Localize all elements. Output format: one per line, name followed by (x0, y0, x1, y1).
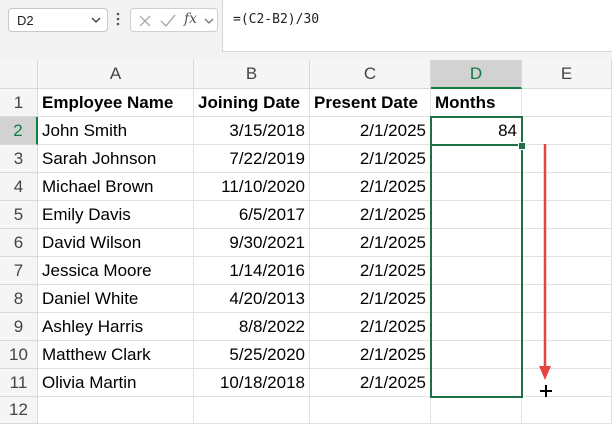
row-header-7[interactable]: 7 (0, 257, 38, 285)
cell-e8[interactable] (522, 285, 612, 313)
cell-e5[interactable] (522, 201, 612, 229)
column-header-e[interactable]: E (522, 60, 612, 89)
cell-c10[interactable]: 2/1/2025 (310, 341, 431, 369)
formula-bar: D2 fx =(C2-B2)/30 (0, 0, 612, 60)
formula-buttons: fx (130, 8, 218, 32)
fx-icon[interactable]: fx (184, 11, 197, 27)
row-header-4[interactable]: 4 (0, 173, 38, 201)
cell-a7[interactable]: Jessica Moore (38, 257, 194, 285)
cell-d7[interactable] (431, 257, 522, 285)
cell-a5[interactable]: Emily Davis (38, 201, 194, 229)
cell-c1[interactable]: Present Date (310, 89, 431, 117)
cell-b10[interactable]: 5/25/2020 (194, 341, 310, 369)
cell-d8[interactable] (431, 285, 522, 313)
fill-handle[interactable] (518, 142, 526, 150)
column-header-b[interactable]: B (194, 60, 310, 89)
cell-a10[interactable]: Matthew Clark (38, 341, 194, 369)
cell-c2[interactable]: 2/1/2025 (310, 117, 431, 145)
check-icon[interactable] (159, 13, 177, 29)
cell-d5[interactable] (431, 201, 522, 229)
column-header-c[interactable]: C (310, 60, 431, 89)
cell-e7[interactable] (522, 257, 612, 285)
cell-b4[interactable]: 11/10/2020 (194, 173, 310, 201)
row-header-9[interactable]: 9 (0, 313, 38, 341)
cell-b7[interactable]: 1/14/2016 (194, 257, 310, 285)
cell-b2[interactable]: 3/15/2018 (194, 117, 310, 145)
cell-d10[interactable] (431, 341, 522, 369)
cell-a1[interactable]: Employee Name (38, 89, 194, 117)
formula-input[interactable]: =(C2-B2)/30 (222, 0, 612, 52)
crosshair-cursor-icon (540, 385, 552, 397)
cell-e4[interactable] (522, 173, 612, 201)
cell-b9[interactable]: 8/8/2022 (194, 313, 310, 341)
cell-c6[interactable]: 2/1/2025 (310, 229, 431, 257)
cell-b11[interactable]: 10/18/2018 (194, 369, 310, 397)
cell-e1[interactable] (522, 89, 612, 117)
cell-d11[interactable] (431, 369, 522, 397)
vertical-dots-icon[interactable] (116, 12, 120, 26)
cell-e11[interactable] (522, 369, 612, 397)
cell-e6[interactable] (522, 229, 612, 257)
row-header-6[interactable]: 6 (0, 229, 38, 257)
column-header-d[interactable]: D (431, 60, 522, 89)
cell-a9[interactable]: Ashley Harris (38, 313, 194, 341)
cell-e10[interactable] (522, 341, 612, 369)
cell-b8[interactable]: 4/20/2013 (194, 285, 310, 313)
cell-d2[interactable]: 84 (431, 117, 522, 145)
row-header-3[interactable]: 3 (0, 145, 38, 173)
cell-b3[interactable]: 7/22/2019 (194, 145, 310, 173)
cell-a6[interactable]: David Wilson (38, 229, 194, 257)
spreadsheet-grid: A B C D E 1 2 3 4 5 6 7 8 9 10 11 12 Emp… (0, 60, 612, 424)
row-header-11[interactable]: 11 (0, 369, 38, 397)
row-header-5[interactable]: 5 (0, 201, 38, 229)
cell-c11[interactable]: 2/1/2025 (310, 369, 431, 397)
cell-a3[interactable]: Sarah Johnson (38, 145, 194, 173)
column-header-a[interactable]: A (38, 60, 194, 89)
cell-e9[interactable] (522, 313, 612, 341)
cell-a12[interactable] (38, 397, 194, 424)
cell-c12[interactable] (310, 397, 431, 424)
cell-e2[interactable] (522, 117, 612, 145)
cell-d4[interactable] (431, 173, 522, 201)
cell-a8[interactable]: Daniel White (38, 285, 194, 313)
formula-text: =(C2-B2)/30 (233, 12, 320, 27)
cell-d1[interactable]: Months (431, 89, 522, 117)
cell-c3[interactable]: 2/1/2025 (310, 145, 431, 173)
chevron-down-icon[interactable] (203, 15, 215, 27)
cell-c5[interactable]: 2/1/2025 (310, 201, 431, 229)
cell-a4[interactable]: Michael Brown (38, 173, 194, 201)
cell-b5[interactable]: 6/5/2017 (194, 201, 310, 229)
cell-d3[interactable] (431, 145, 522, 173)
cell-b1[interactable]: Joining Date (194, 89, 310, 117)
cell-c8[interactable]: 2/1/2025 (310, 285, 431, 313)
row-header-2[interactable]: 2 (0, 117, 38, 145)
row-header-1[interactable]: 1 (0, 89, 38, 117)
row-header-12[interactable]: 12 (0, 397, 38, 424)
cell-b12[interactable] (194, 397, 310, 424)
cell-c7[interactable]: 2/1/2025 (310, 257, 431, 285)
cell-b6[interactable]: 9/30/2021 (194, 229, 310, 257)
cell-e12[interactable] (522, 397, 612, 424)
close-icon[interactable] (137, 13, 153, 29)
name-box-value: D2 (17, 13, 34, 28)
row-header-10[interactable]: 10 (0, 341, 38, 369)
cell-a2[interactable]: John Smith (38, 117, 194, 145)
cell-d12[interactable] (431, 397, 522, 424)
cell-e3[interactable] (522, 145, 612, 173)
select-all-corner[interactable] (0, 60, 38, 89)
cell-a11[interactable]: Olivia Martin (38, 369, 194, 397)
cell-d6[interactable] (431, 229, 522, 257)
cell-d9[interactable] (431, 313, 522, 341)
cell-c9[interactable]: 2/1/2025 (310, 313, 431, 341)
cell-c4[interactable]: 2/1/2025 (310, 173, 431, 201)
chevron-down-icon[interactable] (89, 13, 103, 27)
name-box[interactable]: D2 (8, 8, 108, 32)
row-header-8[interactable]: 8 (0, 285, 38, 313)
